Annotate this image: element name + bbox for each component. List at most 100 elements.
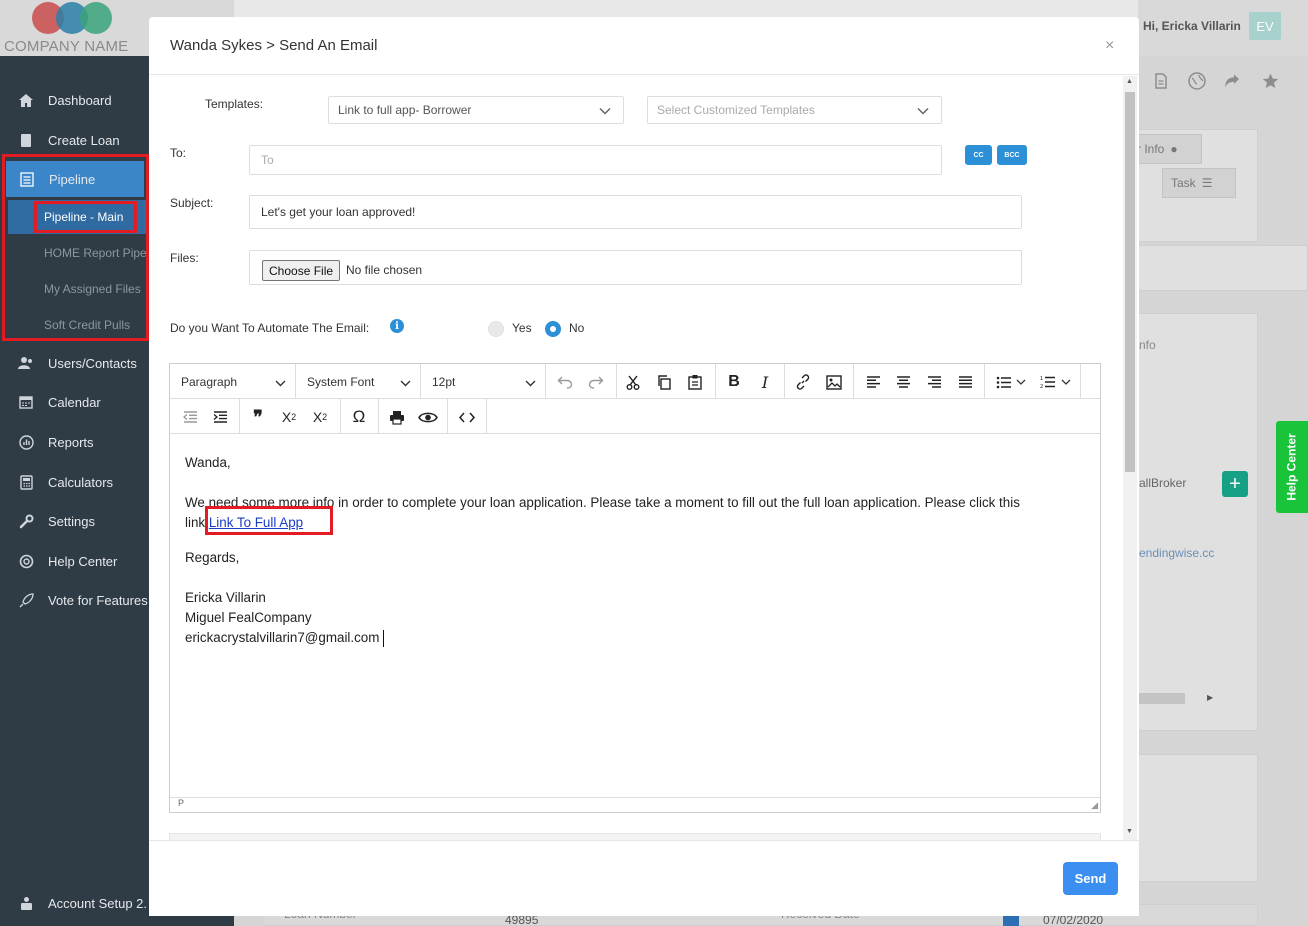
checklist-icon: ☰ xyxy=(1201,176,1213,190)
account-icon xyxy=(17,894,35,912)
sidebar-item-reports[interactable]: Reports xyxy=(0,424,150,460)
superscript-icon[interactable]: X2 xyxy=(309,406,331,428)
automate-no-label: No xyxy=(569,321,585,335)
send-button[interactable]: Send xyxy=(1063,862,1118,895)
outdent-icon[interactable] xyxy=(179,406,201,428)
cut-icon[interactable] xyxy=(622,371,644,393)
users-icon xyxy=(17,354,35,372)
format-dropdown[interactable]: Paragraph xyxy=(170,364,296,399)
font-size-dropdown[interactable]: 12pt xyxy=(421,364,546,399)
file-status: No file chosen xyxy=(346,263,423,277)
bullet-list-icon[interactable] xyxy=(993,371,1015,393)
close-icon[interactable]: × xyxy=(1105,37,1114,55)
star-icon[interactable] xyxy=(1256,67,1284,95)
to-input[interactable]: To xyxy=(249,145,942,175)
special-char-icon[interactable]: Ω xyxy=(348,406,370,428)
sidebar-item-label: Vote for Features xyxy=(48,592,148,608)
sidebar-item-dashboard[interactable]: Dashboard xyxy=(0,82,150,118)
preview-eye-icon[interactable] xyxy=(417,406,439,428)
element-path[interactable]: P xyxy=(178,798,184,808)
share-icon[interactable] xyxy=(1218,67,1246,95)
align-right-icon[interactable] xyxy=(923,371,945,393)
document-icon[interactable] xyxy=(1147,67,1175,95)
source-code-icon[interactable] xyxy=(456,406,478,428)
sidebar-item-help-center[interactable]: Help Center xyxy=(0,543,150,579)
sidebar-item-calculators[interactable]: Calculators xyxy=(0,464,150,500)
automate-no-radio[interactable] xyxy=(545,321,561,337)
copy-icon[interactable] xyxy=(653,371,675,393)
sidebar-item-create-loan[interactable]: Create Loan xyxy=(0,122,150,158)
paste-icon[interactable] xyxy=(684,371,706,393)
indent-icon[interactable] xyxy=(209,406,231,428)
files-label: Files: xyxy=(170,251,199,265)
background-scrollbar[interactable] xyxy=(1139,693,1185,704)
svg-text:2: 2 xyxy=(1040,384,1043,389)
chevron-down-icon xyxy=(525,376,536,390)
sidebar-item-label: Users/Contacts xyxy=(48,355,137,371)
scroll-up-icon[interactable]: ▲ xyxy=(1126,78,1133,85)
align-center-icon[interactable] xyxy=(892,371,914,393)
sidebar-item-settings[interactable]: Settings xyxy=(0,503,150,539)
undo-icon[interactable] xyxy=(554,371,576,393)
italic-icon[interactable]: I xyxy=(754,371,776,393)
sidebar-item-account-setup[interactable]: Account Setup 2. xyxy=(0,885,150,921)
cc-button[interactable]: CC xyxy=(965,145,992,165)
chevron-down-icon[interactable] xyxy=(1015,371,1027,393)
background-tab-task: Task ☰ xyxy=(1162,168,1236,198)
sidebar-item-vote-features[interactable]: Vote for Features xyxy=(0,582,150,618)
book-icon xyxy=(17,131,35,149)
chevron-down-icon xyxy=(917,104,929,118)
redo-icon[interactable] xyxy=(585,371,607,393)
blockquote-icon[interactable]: ❞ xyxy=(247,406,269,428)
scroll-down-icon[interactable]: ▼ xyxy=(1126,828,1133,835)
bold-icon[interactable]: B xyxy=(723,371,745,393)
image-icon[interactable] xyxy=(823,371,845,393)
user-icon: ● xyxy=(1170,142,1178,156)
subject-input[interactable]: Let's get your loan approved! xyxy=(249,195,1022,229)
editor-toolbar-row-2: ❞ X2 X2 Ω xyxy=(170,399,1100,434)
modal-scrollbar[interactable]: ▲ ▼ xyxy=(1123,76,1137,840)
help-center-tab[interactable]: Help Center xyxy=(1276,421,1308,513)
print-icon[interactable] xyxy=(386,406,408,428)
avatar[interactable]: EV xyxy=(1249,12,1281,40)
scroll-right-icon[interactable]: ▶ xyxy=(1207,693,1213,702)
lifebuoy-icon xyxy=(17,552,35,570)
link-icon[interactable] xyxy=(792,371,814,393)
font-dropdown[interactable]: System Font xyxy=(296,364,421,399)
sidebar-item-label: Reports xyxy=(48,434,94,450)
add-button[interactable]: + xyxy=(1222,471,1248,497)
sidebar-item-users[interactable]: Users/Contacts xyxy=(0,345,150,381)
numbered-list-icon[interactable]: 12 xyxy=(1037,371,1059,393)
globe-icon[interactable] xyxy=(1183,67,1211,95)
scroll-thumb[interactable] xyxy=(1125,92,1135,472)
sidebar-item-label: Help Center xyxy=(48,553,118,569)
modal-footer: Send xyxy=(149,840,1139,916)
subject-label: Subject: xyxy=(170,196,214,210)
highlight-pipeline-group xyxy=(2,154,149,341)
subscript-icon[interactable]: X2 xyxy=(278,406,300,428)
templates-label: Templates: xyxy=(205,97,264,111)
custom-template-select[interactable]: Select Customized Templates xyxy=(647,96,942,124)
sidebar-item-label: Calendar xyxy=(48,394,101,410)
home-icon xyxy=(17,91,35,109)
align-left-icon[interactable] xyxy=(862,371,884,393)
sidebar-item-label: Settings xyxy=(48,513,95,529)
background-tab-info: r Info ● xyxy=(1128,134,1202,164)
template-select[interactable]: Link to full app- Borrower xyxy=(328,96,624,124)
background-text-broker: allBroker xyxy=(1139,476,1187,490)
info-icon[interactable]: i xyxy=(390,319,404,333)
align-justify-icon[interactable] xyxy=(954,371,976,393)
editor-toolbar-row-1: Paragraph System Font 12pt B I 12 xyxy=(170,364,1100,399)
chevron-down-icon xyxy=(400,376,411,390)
sidebar-item-calendar[interactable]: Calendar xyxy=(0,384,150,420)
user-greeting: Hi, Ericka Villarin xyxy=(1143,19,1241,33)
resize-handle-icon[interactable]: ◢ xyxy=(1091,800,1098,811)
bcc-button[interactable]: BCC xyxy=(997,145,1027,165)
email-body-editor[interactable]: Wanda, We need some more info in order t… xyxy=(170,435,1100,797)
chevron-down-icon[interactable] xyxy=(1060,371,1072,393)
automate-yes-radio[interactable] xyxy=(488,321,504,337)
email-regards: Regards, xyxy=(185,550,240,565)
sidebar-item-label: Account Setup 2. xyxy=(48,895,148,911)
background-text-email: endingwise.cc xyxy=(1139,546,1215,560)
choose-file-button[interactable]: Choose File xyxy=(262,260,341,281)
